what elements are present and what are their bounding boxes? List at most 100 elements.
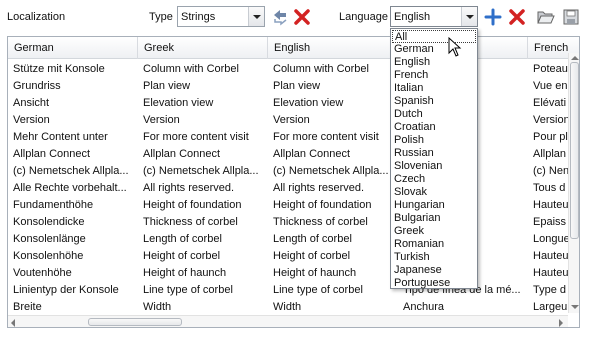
table-row[interactable]: Version Version Version Version (8, 112, 579, 129)
table-row[interactable]: Allplan Connect Allplan Connect Allplan Co… (8, 146, 579, 163)
table-cell-hidden[interactable]: Anchura (398, 299, 528, 316)
language-option-italian[interactable]: Italian (392, 82, 476, 95)
horizontal-scrollbar[interactable] (8, 315, 568, 327)
table-cell-english[interactable]: Elevation view (268, 95, 398, 112)
language-option-spanish[interactable]: Spanish (392, 95, 476, 108)
table-cell-german[interactable]: Konsolenhöhe (8, 248, 138, 265)
table-cell-english[interactable]: Height of haunch (268, 265, 398, 282)
table-cell-german[interactable]: Alle Rechte vorbehalt... (8, 180, 138, 197)
table-row[interactable]: Breite Width Width Anchura Largeu (8, 299, 579, 316)
delete-icon[interactable] (508, 8, 526, 26)
table-row[interactable]: Mehr Content unter For more content visit… (8, 129, 579, 146)
table-cell-greek[interactable]: Plan view (138, 78, 268, 95)
scroll-left-icon[interactable] (11, 319, 15, 327)
language-option-slovenian[interactable]: Slovenian (392, 160, 476, 173)
table-row[interactable]: Alle Rechte vorbehalt... All rights reser… (8, 180, 579, 197)
table-row[interactable]: Konsolenhöhe Height of corbel Height of co… (8, 248, 579, 265)
table-cell-german[interactable]: Voutenhöhe (8, 265, 138, 282)
table-row[interactable]: Voutenhöhe Height of haunch Height of haun… (8, 265, 579, 282)
swap-icon[interactable] (271, 8, 289, 26)
table-row[interactable]: Konsolenlänge Length of corbel Length of c… (8, 231, 579, 248)
table-cell-english[interactable]: (c) Nemetschek Allpla... (268, 163, 398, 180)
language-option-slovak[interactable]: Slovak (392, 186, 476, 199)
language-option-bulgarian[interactable]: Bulgarian (392, 212, 476, 225)
language-dropdown-list[interactable]: All German English French Italian Spanish Dutc… (390, 28, 478, 289)
table-cell-greek[interactable]: Allplan Connect (138, 146, 268, 163)
table-cell-english[interactable]: Version (268, 112, 398, 129)
table-cell-greek[interactable]: Version (138, 112, 268, 129)
table-cell-english[interactable]: Column with Corbel (268, 61, 398, 78)
delete-icon[interactable] (293, 8, 311, 26)
table-cell-english[interactable]: For more content visit (268, 129, 398, 146)
scroll-right-icon[interactable] (559, 319, 563, 327)
table-cell-german[interactable]: Allplan Connect (8, 146, 138, 163)
table-row[interactable]: (c) Nemetschek Allpla... (c) Nemetschek A… (8, 163, 579, 180)
language-option-czech[interactable]: Czech (392, 173, 476, 186)
table-cell-german[interactable]: Breite (8, 299, 138, 316)
language-option-polish[interactable]: Polish (392, 134, 476, 147)
language-option-turkish[interactable]: Turkish (392, 251, 476, 264)
table-row[interactable]: Grundriss Plan view Plan view Vue en (8, 78, 579, 95)
chevron-down-icon[interactable] (461, 7, 477, 26)
table-row[interactable]: Ansicht Elevation view Elevation view Eléva… (8, 95, 579, 112)
horizontal-scroll-thumb[interactable] (88, 318, 182, 326)
table-cell-german[interactable]: Stütze mit Konsole (8, 61, 138, 78)
table-row[interactable]: Linientyp der Konsole Line type of corbel… (8, 282, 579, 299)
table-cell-german[interactable]: Version (8, 112, 138, 129)
table-cell-greek[interactable]: Line type of corbel (138, 282, 268, 299)
language-combobox[interactable]: English (390, 6, 478, 27)
table-cell-english[interactable]: Length of corbel (268, 231, 398, 248)
table-cell-greek[interactable]: Width (138, 299, 268, 316)
table-cell-english[interactable]: Thickness of corbel (268, 214, 398, 231)
table-cell-english[interactable]: Width (268, 299, 398, 316)
table-cell-greek[interactable]: Height of haunch (138, 265, 268, 282)
language-option-greek[interactable]: Greek (392, 225, 476, 238)
language-option-dutch[interactable]: Dutch (392, 108, 476, 121)
table-cell-german[interactable]: Grundriss (8, 78, 138, 95)
language-option-french[interactable]: French (392, 69, 476, 82)
table-cell-greek[interactable]: Elevation view (138, 95, 268, 112)
table-cell-greek[interactable]: Column with Corbel (138, 61, 268, 78)
chevron-down-icon[interactable] (248, 7, 264, 26)
table-cell-german[interactable]: Linientyp der Konsole (8, 282, 138, 299)
table-cell-english[interactable]: Height of corbel (268, 248, 398, 265)
column-header-german[interactable]: German (8, 37, 138, 59)
table-cell-german[interactable]: Konsolenlänge (8, 231, 138, 248)
column-header-english[interactable]: English (268, 37, 398, 59)
table-cell-german[interactable]: (c) Nemetschek Allpla... (8, 163, 138, 180)
table-cell-greek[interactable]: Length of corbel (138, 231, 268, 248)
vertical-scroll-thumb[interactable] (570, 62, 579, 239)
table-cell-german[interactable]: Konsolendicke (8, 214, 138, 231)
table-cell-greek[interactable]: Height of foundation (138, 197, 268, 214)
language-option-portuguese[interactable]: Portuguese (392, 277, 476, 290)
table-row[interactable]: Konsolendicke Thickness of corbel Thicknes… (8, 214, 579, 231)
table-cell-greek[interactable]: Height of corbel (138, 248, 268, 265)
table-cell-german[interactable]: Mehr Content unter (8, 129, 138, 146)
type-combobox[interactable]: Strings (177, 6, 265, 27)
table-cell-english[interactable]: Height of foundation (268, 197, 398, 214)
table-cell-english[interactable]: All rights reserved. (268, 180, 398, 197)
table-cell-german[interactable]: Fundamenthöhe (8, 197, 138, 214)
table-row[interactable]: Fundamenthöhe Height of foundation Height … (8, 197, 579, 214)
vertical-scrollbar[interactable] (568, 53, 579, 313)
table-cell-greek[interactable]: (c) Nemetschek Allpla... (138, 163, 268, 180)
table-cell-german[interactable]: Ansicht (8, 95, 138, 112)
scroll-up-icon[interactable] (571, 56, 579, 60)
table-cell-english[interactable]: Plan view (268, 78, 398, 95)
open-folder-icon[interactable] (537, 8, 555, 26)
language-option-romanian[interactable]: Romanian (392, 238, 476, 251)
language-option-japanese[interactable]: Japanese (392, 264, 476, 277)
column-header-greek[interactable]: Greek (138, 37, 268, 59)
scroll-down-icon[interactable] (571, 305, 579, 309)
table-cell-greek[interactable]: All rights reserved. (138, 180, 268, 197)
table-row[interactable]: Stütze mit Konsole Column with Corbel Colu… (8, 61, 579, 78)
language-option-russian[interactable]: Russian (392, 147, 476, 160)
table-cell-greek[interactable]: For more content visit (138, 129, 268, 146)
table-cell-english[interactable]: Line type of corbel (268, 282, 398, 299)
add-icon[interactable] (484, 8, 502, 26)
language-option-hungarian[interactable]: Hungarian (392, 199, 476, 212)
table-cell-english[interactable]: Allplan Connect (268, 146, 398, 163)
language-option-croatian[interactable]: Croatian (392, 121, 476, 134)
save-icon[interactable] (562, 8, 580, 26)
table-cell-greek[interactable]: Thickness of corbel (138, 214, 268, 231)
